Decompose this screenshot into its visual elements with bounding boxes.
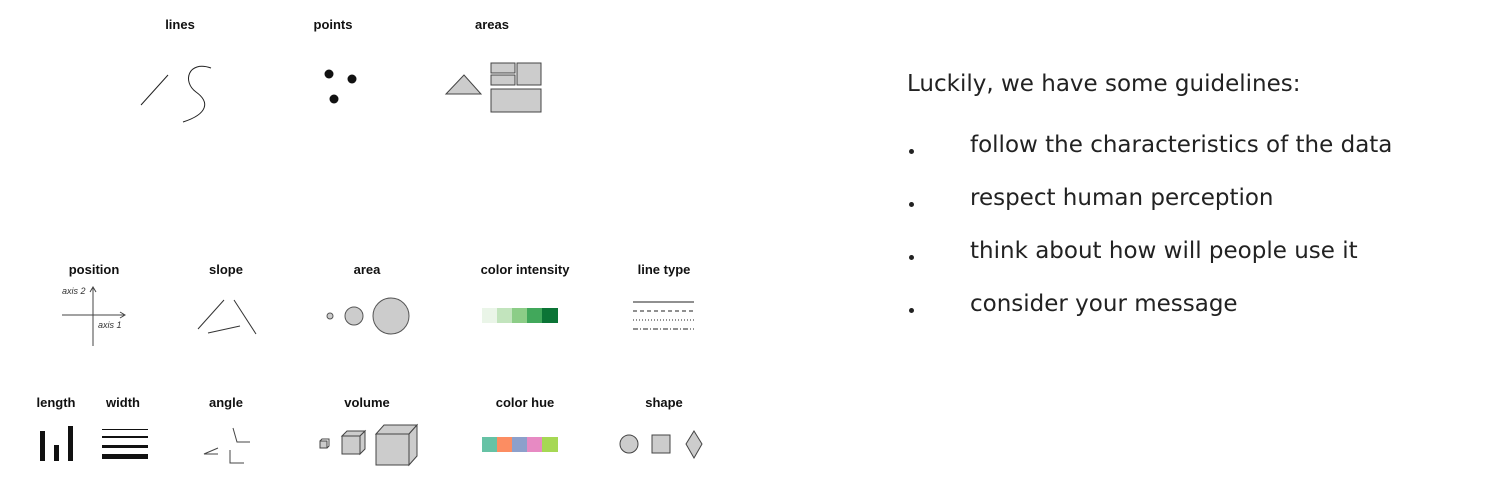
point xyxy=(324,69,334,79)
intensity-swatch xyxy=(497,308,512,323)
slope-line xyxy=(233,299,257,335)
guidelines-intro: Luckily, we have some guidelines: xyxy=(907,71,1301,97)
rect-area xyxy=(490,88,542,113)
volume-figure xyxy=(318,423,422,469)
width-line xyxy=(102,436,148,438)
label-points: points xyxy=(313,17,353,32)
lines-figure xyxy=(138,62,218,126)
guideline-text: consider your message xyxy=(970,291,1238,317)
curved-line xyxy=(182,65,212,123)
label-volume: volume xyxy=(344,395,390,410)
area-figure xyxy=(324,295,414,337)
guidelines-list: follow the characteristics of the data r… xyxy=(907,119,1392,331)
hue-swatch xyxy=(497,437,512,452)
guideline-text: respect human perception xyxy=(970,185,1274,211)
guideline-text: follow the characteristics of the data xyxy=(970,132,1393,158)
point xyxy=(347,74,357,84)
width-line xyxy=(102,429,148,430)
bullet-icon xyxy=(909,255,914,260)
label-width: width xyxy=(106,395,140,410)
intensity-swatch xyxy=(482,308,497,323)
bullet-icon xyxy=(909,308,914,313)
angle-right xyxy=(229,450,244,464)
rect-area xyxy=(490,62,516,74)
line-type-figure xyxy=(632,296,696,336)
area-circle-small xyxy=(326,312,334,320)
rect-area xyxy=(516,62,542,86)
cube-large xyxy=(374,423,419,467)
axis-1-label: axis 1 xyxy=(98,320,122,330)
label-area: area xyxy=(353,262,381,277)
circle-shape xyxy=(619,434,639,454)
guideline-item: think about how will people use it xyxy=(907,225,1392,278)
diamond-shape xyxy=(685,430,703,460)
straight-line xyxy=(140,74,169,106)
hue-swatch xyxy=(512,437,527,452)
guideline-item: follow the characteristics of the data xyxy=(907,119,1392,172)
label-color-hue: color hue xyxy=(495,395,555,410)
square-shape xyxy=(651,434,671,454)
angle-acute xyxy=(203,447,219,455)
intensity-swatch xyxy=(542,308,558,323)
slope-figure xyxy=(196,294,258,336)
label-color-intensity: color intensity xyxy=(480,262,570,277)
length-figure xyxy=(38,425,78,465)
points-figure xyxy=(322,68,362,108)
area-circle-medium xyxy=(344,306,364,326)
label-position: position xyxy=(68,262,120,277)
length-bar xyxy=(68,426,73,461)
angle-obtuse xyxy=(232,427,250,443)
slope-line xyxy=(207,325,241,334)
width-figure xyxy=(102,427,150,463)
areas-figure xyxy=(444,61,544,115)
label-areas: areas xyxy=(475,17,509,32)
slope-line xyxy=(197,299,225,330)
length-bar xyxy=(54,445,59,461)
rect-area xyxy=(490,74,516,86)
label-slope: slope xyxy=(209,262,243,277)
label-shape: shape xyxy=(645,395,683,410)
color-hue-strip xyxy=(482,437,558,452)
shape-figure xyxy=(618,430,708,460)
intensity-swatch xyxy=(512,308,527,323)
hue-swatch xyxy=(527,437,542,452)
guidelines-panel: Luckily, we have some guidelines: follow… xyxy=(907,64,1392,331)
hue-swatch xyxy=(482,437,497,452)
bullet-icon xyxy=(909,202,914,207)
cube-small xyxy=(319,438,330,449)
guideline-item: consider your message xyxy=(907,278,1392,331)
guideline-text: think about how will people use it xyxy=(970,238,1358,264)
label-line-type: line type xyxy=(637,262,691,277)
width-line xyxy=(102,445,148,448)
width-line xyxy=(102,454,148,459)
length-bar xyxy=(40,431,45,461)
axis-2-label: axis 2 xyxy=(62,286,86,296)
cube-medium xyxy=(340,429,367,456)
guideline-item: respect human perception xyxy=(907,172,1392,225)
intensity-swatch xyxy=(527,308,542,323)
label-lines: lines xyxy=(165,17,195,32)
label-angle: angle xyxy=(209,395,243,410)
label-length: length xyxy=(36,395,76,410)
triangle-area xyxy=(444,74,483,95)
point xyxy=(329,94,339,104)
area-circle-large xyxy=(372,297,410,335)
angle-figure xyxy=(200,424,256,468)
bullet-icon xyxy=(909,149,914,154)
hue-swatch xyxy=(542,437,558,452)
color-intensity-strip xyxy=(482,308,558,323)
